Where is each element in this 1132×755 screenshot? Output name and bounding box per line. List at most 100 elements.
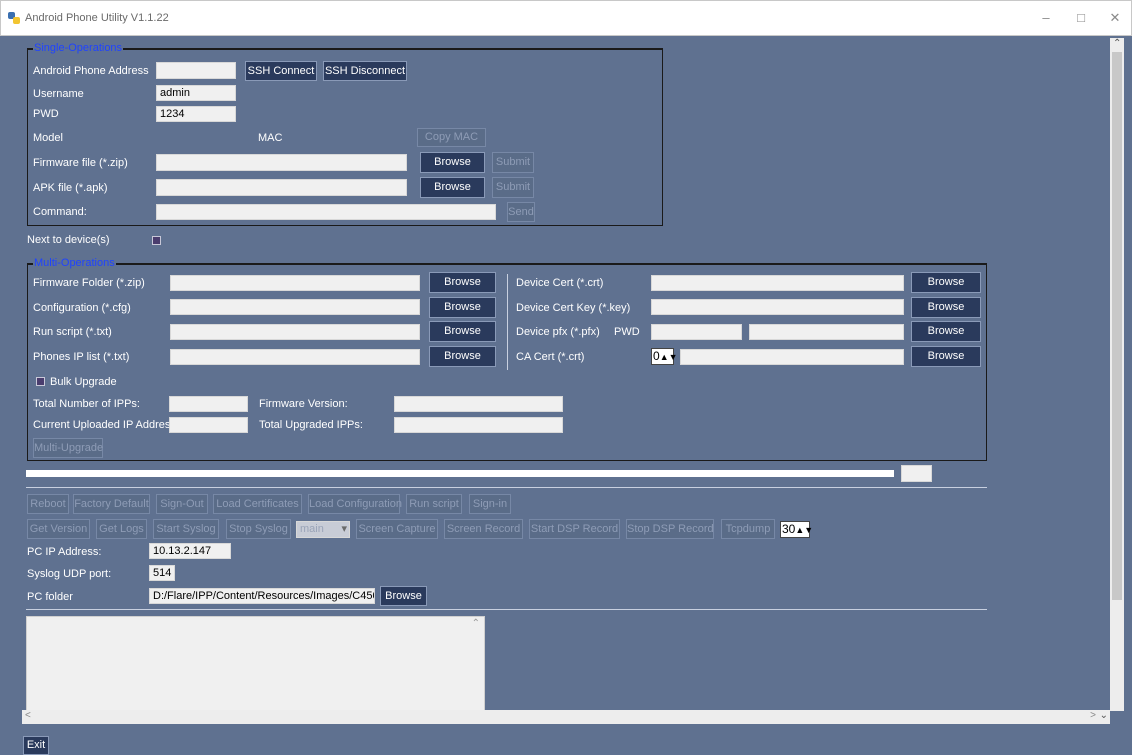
screen-capture-button[interactable]: Screen Capture xyxy=(356,519,438,539)
phones-ip-browse-button[interactable]: Browse xyxy=(429,346,496,367)
firmware-browse-button[interactable]: Browse xyxy=(420,152,485,173)
close-icon[interactable]: ✕ xyxy=(1104,9,1126,27)
bulk-upgrade-checkbox[interactable] xyxy=(36,377,45,386)
device-pfx-browse-button[interactable]: Browse xyxy=(911,321,981,342)
device-cert-browse-button[interactable]: Browse xyxy=(911,272,981,293)
pc-folder-input[interactable]: D:/Flare/IPP/Content/Resources/Images/C4… xyxy=(149,588,375,604)
scroll-left-icon[interactable]: < xyxy=(25,710,31,721)
apk-file-input[interactable] xyxy=(156,179,407,196)
load-configuration-button[interactable]: Load Configuration xyxy=(308,494,402,514)
screen-record-button[interactable]: Screen Record xyxy=(444,519,523,539)
sign-out-button[interactable]: Sign-Out xyxy=(156,494,208,514)
pfx-pwd-input[interactable] xyxy=(651,324,742,340)
ssh-disconnect-button[interactable]: SSH Disconnect xyxy=(323,61,407,81)
log-scroll-up-icon[interactable]: ⌃ xyxy=(472,618,480,629)
run-script-input[interactable] xyxy=(170,324,420,340)
get-version-button[interactable]: Get Version xyxy=(27,519,90,539)
pc-ip-label: PC IP Address: xyxy=(27,546,102,558)
multi-upgrade-button[interactable]: Multi-Upgrade xyxy=(33,438,103,458)
phone-address-label: Android Phone Address xyxy=(33,65,149,77)
vertical-scroll-thumb[interactable] xyxy=(1112,52,1122,600)
firmware-version-label: Firmware Version: xyxy=(259,398,348,410)
ca-cert-spin-value: 0 xyxy=(653,349,660,363)
total-ipps-label: Total Number of IPPs: xyxy=(33,398,140,410)
copy-mac-button[interactable]: Copy MAC xyxy=(417,128,486,147)
scroll-right-icon[interactable]: > xyxy=(1090,710,1096,721)
total-upgraded-field xyxy=(394,417,563,433)
syslog-select[interactable]: main ▾ xyxy=(296,521,350,538)
command-label: Command: xyxy=(33,206,87,218)
apk-browse-button[interactable]: Browse xyxy=(420,177,485,198)
run-script-browse-button[interactable]: Browse xyxy=(429,321,496,342)
mac-label: MAC xyxy=(258,132,283,144)
pc-ip-input[interactable]: 10.13.2.147 xyxy=(149,543,231,559)
ca-cert-browse-button[interactable]: Browse xyxy=(911,346,981,367)
horizontal-scrollbar[interactable]: < > ⌄ xyxy=(22,710,1110,724)
pfx-pwd-label: PWD xyxy=(614,326,640,338)
get-logs-button[interactable]: Get Logs xyxy=(96,519,147,539)
dropdown-arrow-icon: ▾ xyxy=(341,523,347,535)
model-label: Model xyxy=(33,132,63,144)
device-cert-key-browse-button[interactable]: Browse xyxy=(911,297,981,318)
next-to-devices-label: Next to device(s) xyxy=(27,234,110,246)
factory-default-button[interactable]: Factory Default xyxy=(73,494,150,514)
device-pfx-label: Device pfx (*.pfx) xyxy=(516,326,600,338)
command-input[interactable] xyxy=(156,204,496,220)
sign-in-button[interactable]: Sign-in xyxy=(469,494,511,514)
reboot-button[interactable]: Reboot xyxy=(27,494,69,514)
username-label: Username xyxy=(33,88,84,100)
stop-dsp-record-button[interactable]: Stop DSP Record xyxy=(626,519,714,539)
separator-bottom xyxy=(26,609,987,610)
minimize-icon[interactable]: – xyxy=(1035,9,1057,27)
ca-cert-label: CA Cert (*.crt) xyxy=(516,351,585,363)
apk-file-label: APK file (*.apk) xyxy=(33,182,108,194)
pwd-input[interactable]: 1234 xyxy=(156,106,236,122)
progress-bar xyxy=(26,470,894,477)
scroll-down-icon[interactable]: ⌄ xyxy=(1100,710,1108,721)
apk-submit-button[interactable]: Submit xyxy=(492,177,534,198)
maximize-icon[interactable]: □ xyxy=(1070,9,1092,27)
stop-syslog-button[interactable]: Stop Syslog xyxy=(226,519,291,539)
configuration-label: Configuration (*.cfg) xyxy=(33,302,131,314)
start-dsp-record-button[interactable]: Start DSP Record xyxy=(529,519,620,539)
current-uploaded-field xyxy=(169,417,248,433)
ca-cert-input[interactable] xyxy=(680,349,904,365)
tcpdump-button[interactable]: Tcpdump xyxy=(721,519,775,539)
firmware-folder-label: Firmware Folder (*.zip) xyxy=(33,277,145,289)
progress-value-field xyxy=(901,465,932,482)
firmware-file-input[interactable] xyxy=(156,154,407,171)
pc-folder-browse-button[interactable]: Browse xyxy=(380,586,427,606)
scroll-up-icon[interactable]: ⌃ xyxy=(1113,38,1121,49)
firmware-submit-button[interactable]: Submit xyxy=(492,152,534,173)
run-script-button[interactable]: Run script xyxy=(406,494,462,514)
send-button[interactable]: Send xyxy=(507,202,535,222)
configuration-browse-button[interactable]: Browse xyxy=(429,297,496,318)
title-bar: Android Phone Utility V1.1.22 – □ ✕ xyxy=(0,0,1132,36)
vertical-scrollbar[interactable]: ⌃ xyxy=(1110,38,1124,711)
device-cert-key-input[interactable] xyxy=(651,299,904,315)
phones-ip-list-input[interactable] xyxy=(170,349,420,365)
device-cert-input[interactable] xyxy=(651,275,904,291)
firmware-folder-input[interactable] xyxy=(170,275,420,291)
ca-cert-spinbox[interactable]: 0▲▼ xyxy=(651,348,678,365)
phones-ip-list-label: Phones IP list (*.txt) xyxy=(33,351,130,363)
syslog-port-input[interactable]: 514 xyxy=(149,565,175,581)
pwd-label: PWD xyxy=(33,108,59,120)
username-input[interactable]: admin xyxy=(156,85,236,101)
spin-arrows-icon[interactable]: ▲▼ xyxy=(795,525,813,535)
next-to-devices-checkbox[interactable] xyxy=(152,236,161,245)
device-cert-label: Device Cert (*.crt) xyxy=(516,277,604,289)
tcpdump-spinbox[interactable]: 30▲▼ xyxy=(780,521,813,538)
exit-button[interactable]: Exit xyxy=(23,736,49,755)
firmware-file-label: Firmware file (*.zip) xyxy=(33,157,128,169)
device-pfx-input[interactable] xyxy=(749,324,904,340)
spin-arrows-icon[interactable]: ▲▼ xyxy=(660,352,678,362)
firmware-folder-browse-button[interactable]: Browse xyxy=(429,272,496,293)
phone-address-input[interactable] xyxy=(156,62,236,79)
ssh-connect-button[interactable]: SSH Connect xyxy=(245,61,317,81)
load-certificates-button[interactable]: Load Certificates xyxy=(213,494,302,514)
start-syslog-button[interactable]: Start Syslog xyxy=(153,519,219,539)
total-ipps-field xyxy=(169,396,248,412)
configuration-input[interactable] xyxy=(170,299,420,315)
log-textarea[interactable]: ⌃ xyxy=(26,616,485,711)
